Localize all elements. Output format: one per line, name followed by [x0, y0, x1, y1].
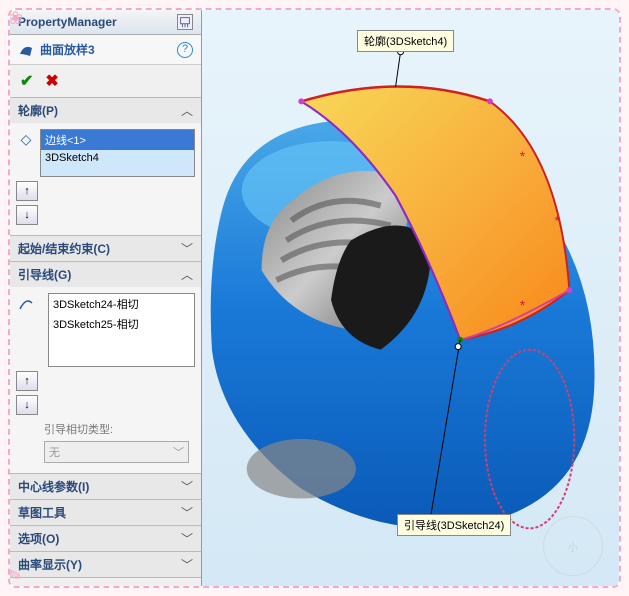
section-title: 起始/结束约束(C): [18, 240, 110, 257]
tangent-type-dropdown: 无 ﹀: [44, 441, 189, 463]
section-header-curvature[interactable]: 曲率显示(Y) ﹀: [10, 552, 201, 577]
ok-button[interactable]: ✔: [20, 71, 33, 91]
guides-listbox[interactable]: 3DSketch24-相切 3DSketch25-相切: [48, 293, 195, 367]
section-profiles: 轮廓(P) ︿ ◇ 边线<1> 3DSketch4 ↑ ↓: [10, 98, 201, 236]
chevron-down-icon: ﹀: [173, 444, 184, 460]
pin-icon: [178, 14, 192, 30]
confirm-row: ✔ ✖: [10, 65, 201, 98]
move-up-button[interactable]: ↑: [16, 181, 38, 201]
section-title: 草图工具: [18, 504, 66, 521]
cancel-button[interactable]: ✖: [45, 71, 58, 91]
dropdown-value: 无: [49, 444, 60, 460]
guide-icon: [16, 293, 36, 313]
loft-surface-icon: [18, 42, 34, 58]
decor-corner: ❀: [8, 8, 32, 32]
section-header-centerline[interactable]: 中心线参数(I) ﹀: [10, 474, 201, 499]
chevron-up-icon: ︿: [181, 266, 193, 283]
chevron-down-icon: ﹀: [181, 504, 193, 521]
viewport-3d[interactable]: * * * 轮廓(3DSketch4) 引导线(3DSketch24) 小: [202, 10, 619, 586]
svg-text:*: *: [520, 148, 526, 164]
list-item[interactable]: 边线<1>: [41, 130, 194, 150]
help-button[interactable]: ?: [177, 42, 193, 58]
chevron-down-icon: ﹀: [181, 240, 193, 257]
pm-header: PropertyManager: [10, 10, 201, 35]
section-sketchtools: 草图工具 ﹀: [10, 500, 201, 526]
section-curvature: 曲率显示(Y) ﹀: [10, 552, 201, 578]
pin-button[interactable]: [177, 14, 193, 30]
section-guides: 引导线(G) ︿ 3DSketch24-相切 3DSketch25-相切: [10, 262, 201, 474]
tangent-type-label: 引导相切类型:: [16, 419, 195, 439]
section-header-guides[interactable]: 引导线(G) ︿: [10, 262, 201, 287]
move-down-button[interactable]: ↓: [16, 205, 38, 225]
callout-guide[interactable]: 引导线(3DSketch24): [397, 514, 511, 536]
section-header-profiles[interactable]: 轮廓(P) ︿: [10, 98, 201, 123]
callout-profile[interactable]: 轮廓(3DSketch4): [357, 30, 454, 52]
section-title: 选项(O): [18, 530, 59, 547]
feature-name: 曲面放样3: [40, 41, 171, 58]
chevron-down-icon: ﹀: [181, 556, 193, 573]
property-manager-panel: PropertyManager 曲面放样3 ? ✔ ✖ 轮廓(P): [10, 10, 202, 586]
section-options: 选项(O) ﹀: [10, 526, 201, 552]
svg-text:*: *: [520, 297, 526, 313]
profiles-listbox[interactable]: 边线<1> 3DSketch4: [40, 129, 195, 177]
watermark: 小: [543, 516, 603, 576]
chevron-down-icon: ﹀: [181, 478, 193, 495]
section-header-constraints[interactable]: 起始/结束约束(C) ﹀: [10, 236, 201, 261]
section-centerline: 中心线参数(I) ﹀: [10, 474, 201, 500]
section-constraints: 起始/结束约束(C) ﹀: [10, 236, 201, 262]
chevron-up-icon: ︿: [181, 102, 193, 119]
section-header-options[interactable]: 选项(O) ﹀: [10, 526, 201, 551]
chevron-down-icon: ﹀: [181, 530, 193, 547]
pm-title: PropertyManager: [18, 15, 117, 29]
list-item[interactable]: 3DSketch25-相切: [49, 314, 194, 334]
feature-row: 曲面放样3 ?: [10, 35, 201, 65]
move-down-button[interactable]: ↓: [16, 395, 38, 415]
model-render: * * *: [202, 10, 619, 586]
section-title: 中心线参数(I): [18, 478, 89, 495]
section-header-sketchtools[interactable]: 草图工具 ﹀: [10, 500, 201, 525]
section-title: 轮廓(P): [18, 102, 58, 119]
svg-text:*: *: [554, 213, 560, 229]
section-title: 引导线(G): [18, 266, 71, 283]
move-up-button[interactable]: ↑: [16, 371, 38, 391]
list-item[interactable]: 3DSketch4: [41, 150, 194, 166]
profile-icon: ◇: [16, 129, 36, 149]
list-item[interactable]: 3DSketch24-相切: [49, 294, 194, 314]
